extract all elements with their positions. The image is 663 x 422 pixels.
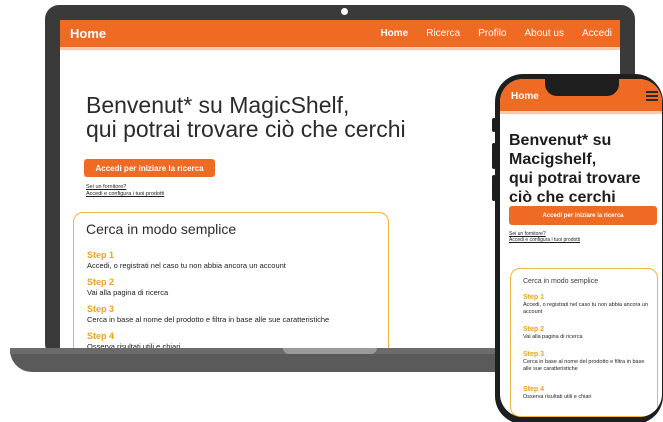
- step-title: Step 3: [87, 304, 115, 314]
- start-search-button[interactable]: Accedi per iniziare la ricerca: [84, 159, 215, 177]
- hamburger-menu-icon[interactable]: [646, 91, 658, 101]
- step-item: Step 1 Accedi, o registrati nel caso tu …: [87, 250, 286, 270]
- navbar-shadow: [60, 47, 620, 50]
- phone-step-item: Step 1 Accedi, o registrati nel caso tu …: [523, 293, 651, 316]
- laptop-brand-home-link[interactable]: Home: [70, 26, 106, 41]
- nav-link-profilo[interactable]: Profilo: [478, 28, 506, 39]
- phone-supplier-links: Sei un fornitore? Accedi e configura i t…: [509, 231, 580, 243]
- phone-hero-line-2: Macigshelf,: [509, 151, 597, 168]
- step-text: Cerca in base al nome del prodotto e fil…: [87, 315, 330, 324]
- supplier-links: Sei un fornitore? Accedi e configura i t…: [86, 184, 164, 198]
- laptop-nav-links: Home Ricerca Profilo About us Accedi: [380, 28, 612, 39]
- phone-step-item: Step 2 Vai alla pagina di ricerca: [523, 325, 651, 341]
- step-text: Vai alla pagina di ricerca: [87, 288, 169, 297]
- phone-step-item: Step 4 Osserva risultati utili e chiari: [523, 385, 651, 401]
- steps-card-title: Cerca in modo semplice: [86, 221, 237, 237]
- phone-hero-line-4: ciò che cerchi: [509, 189, 616, 206]
- nav-link-about-us[interactable]: About us: [525, 28, 564, 39]
- phone-volume-down-button: [492, 175, 496, 201]
- phone-start-search-button[interactable]: Accedi per iniziare la ricerca: [509, 206, 657, 225]
- phone-steps-card: Cerca in modo semplice Step 1 Accedi, o …: [510, 268, 658, 417]
- steps-card: Cerca in modo semplice Step 1 Accedi, o …: [73, 212, 389, 352]
- phone-brand-home-link[interactable]: Home: [511, 91, 539, 102]
- supplier-question-link[interactable]: Sei un fornitore?: [86, 184, 164, 191]
- phone-notch: [545, 79, 619, 96]
- step-title: Step 4: [87, 331, 115, 341]
- phone-step-title: Step 2: [523, 326, 545, 333]
- phone-side-button: [492, 118, 496, 132]
- phone-supplier-configure-link[interactable]: Accedi e configura i tuoi prodotti: [509, 237, 580, 243]
- phone-step-text: Accedi, o registrati nel caso tu non abb…: [523, 302, 649, 315]
- step-item: Step 2 Vai alla pagina di ricerca: [87, 277, 168, 297]
- step-text: Accedi, o registrati nel caso tu non abb…: [87, 261, 286, 270]
- phone-step-text: Osserva risultati utili e chiari: [523, 394, 592, 400]
- phone-step-title: Step 1: [523, 294, 545, 301]
- laptop-opening-notch: [283, 348, 377, 354]
- nav-link-accedi[interactable]: Accedi: [582, 28, 612, 39]
- step-item: Step 3 Cerca in base al nome del prodott…: [87, 304, 329, 324]
- phone-step-title: Step 3: [523, 351, 545, 358]
- laptop-navbar: Home Home Ricerca Profilo About us Acced…: [60, 20, 620, 47]
- phone-hero-line-3: qui potrai trovare: [509, 170, 641, 187]
- phone-step-text: Cerca in base al nome del prodotto e fil…: [523, 359, 645, 372]
- hero-line-2: qui potrai trovare ciò che cerchi: [86, 116, 406, 142]
- phone-hero-title: Benvenut* su Macigshelf, qui potrai trov…: [509, 131, 659, 207]
- laptop-camera: [341, 8, 348, 15]
- phone-hero-line-1: Benvenut* su: [509, 132, 612, 149]
- phone-step-title: Step 4: [523, 386, 545, 393]
- step-title: Step 1: [87, 250, 115, 260]
- hero-line-1: Benvenut* su MagicShelf,: [86, 92, 350, 118]
- nav-link-ricerca[interactable]: Ricerca: [426, 28, 460, 39]
- nav-link-home[interactable]: Home: [380, 28, 408, 39]
- phone-volume-up-button: [492, 143, 496, 169]
- phone-step-text: Vai alla pagina di ricerca: [523, 334, 583, 340]
- step-title: Step 2: [87, 277, 115, 287]
- phone-step-item: Step 3 Cerca in base al nome del prodott…: [523, 350, 651, 373]
- supplier-configure-link[interactable]: Accedi e configura i tuoi prodotti: [86, 191, 164, 198]
- phone-navbar-shadow: [500, 111, 662, 114]
- phone-steps-card-title: Cerca in modo semplice: [523, 278, 599, 285]
- laptop-hero-title: Benvenut* su MagicShelf, qui potrai trov…: [86, 93, 466, 141]
- phone-screen: Home Benvenut* su Macigshelf, qui potrai…: [500, 79, 662, 417]
